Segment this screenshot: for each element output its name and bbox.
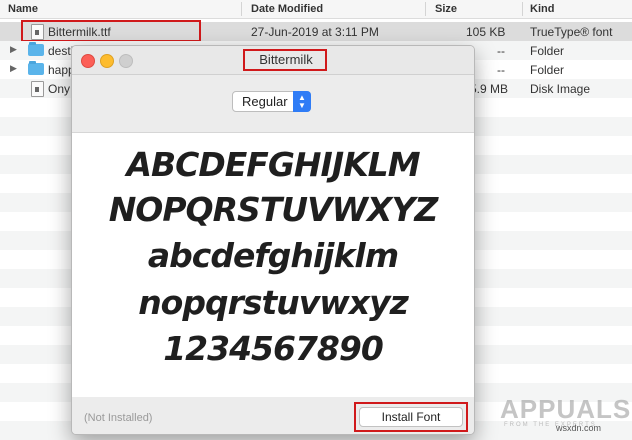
folder-icon	[28, 42, 44, 56]
window-titlebar[interactable]: Bittermilk	[72, 46, 474, 75]
highlight-box-title	[243, 49, 327, 71]
highlight-box-install	[354, 402, 468, 432]
close-button[interactable]	[81, 54, 95, 68]
minimize-button[interactable]	[100, 54, 114, 68]
column-header-date[interactable]: Date Modified	[251, 3, 323, 15]
column-divider[interactable]	[425, 2, 426, 16]
preview-uppercase-2: NOPQRSTUVWXYZ	[108, 190, 439, 229]
column-header-kind[interactable]: Kind	[530, 3, 554, 15]
folder-kind: Folder	[530, 63, 565, 77]
preview-lowercase-2: nopqrstuvwxyz	[138, 283, 409, 322]
file-name: Ony	[48, 82, 71, 96]
font-preview-area: ABCDEFGHIJKLM NOPQRSTUVWXYZ abcdefghijkl…	[72, 132, 474, 398]
chevron-updown-icon[interactable]: ▲ ▼	[293, 91, 311, 112]
file-kind: TrueType® font	[530, 25, 613, 39]
watermark-brand: APPUALS	[500, 394, 632, 424]
disclosure-triangle-icon[interactable]: ▶	[10, 44, 17, 55]
font-style-value: Regular	[242, 94, 288, 109]
zoom-button[interactable]	[119, 54, 133, 68]
column-header-size[interactable]: Size	[435, 3, 457, 15]
font-book-preview-window: Bittermilk Regular ▲ ▼ ABCDEFGHIJKLM NOPQ…	[71, 45, 475, 435]
column-divider[interactable]	[241, 2, 242, 16]
folder-icon	[28, 61, 44, 75]
highlight-box-file	[21, 20, 201, 42]
preview-uppercase-1: ABCDEFGHIJKLM	[126, 145, 420, 184]
file-size: 5.9 MB	[470, 82, 509, 96]
folder-size: --	[497, 44, 505, 58]
column-header-name[interactable]: Name	[8, 3, 38, 15]
disclosure-triangle-icon[interactable]: ▶	[10, 63, 17, 74]
preview-digits: 1234567890	[163, 329, 384, 368]
column-divider[interactable]	[522, 2, 523, 16]
folder-kind: Folder	[530, 44, 565, 58]
install-status: (Not Installed)	[84, 412, 153, 424]
appuals-watermark: APPUALS FROM THE EXPERTS	[480, 390, 630, 436]
font-style-select[interactable]: Regular ▲ ▼	[232, 91, 311, 112]
preview-lowercase-1: abcdefghijklm	[147, 236, 399, 275]
file-size: 105 KB	[466, 25, 506, 39]
disk-image-icon	[31, 81, 44, 97]
file-kind: Disk Image	[530, 82, 591, 96]
column-header-row: Name Date Modified Size Kind	[0, 0, 632, 19]
watermark-site: wsxdn.com	[556, 423, 602, 433]
folder-size: --	[497, 63, 505, 77]
file-date: 27-Jun-2019 at 3:11 PM	[251, 25, 379, 39]
